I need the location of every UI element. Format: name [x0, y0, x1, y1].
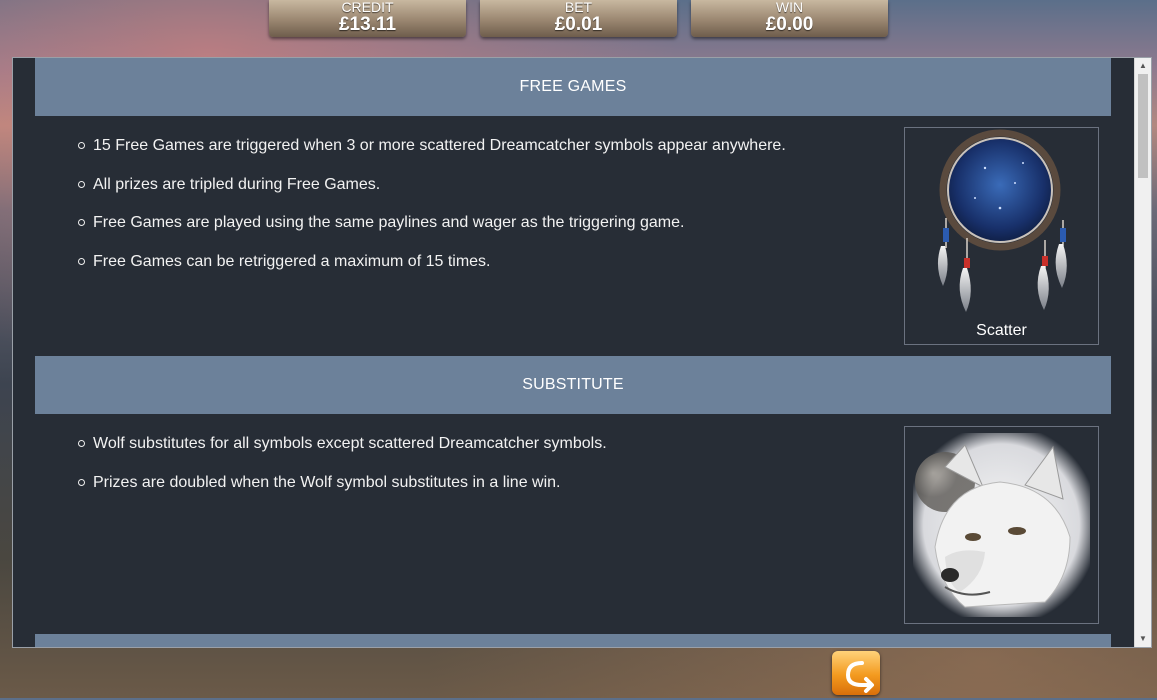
free-games-title: FREE GAMES [519, 78, 627, 95]
return-arrow-icon [845, 661, 874, 693]
bullet-icon [78, 219, 85, 226]
bet-meter: BET £0.01 [480, 0, 677, 37]
free-games-header: FREE GAMES [35, 58, 1111, 116]
win-value: £0.00 [765, 14, 814, 35]
substitute-title: SUBSTITUTE [522, 376, 624, 393]
substitute-rules: Wolf substitutes for all symbols except … [78, 434, 873, 511]
bullet-icon [78, 142, 85, 149]
bullet-icon [78, 478, 85, 486]
bet-label: BET [564, 0, 593, 15]
rule-item: Prizes are doubled when the Wolf symbol … [78, 473, 873, 492]
wild-symbol-box [904, 426, 1099, 624]
scroll-up-icon[interactable]: ▲ [1135, 58, 1151, 74]
free-games-rules: 15 Free Games are triggered when 3 or mo… [78, 136, 873, 290]
next-section-header [35, 634, 1111, 647]
scroll-down-icon[interactable]: ▼ [1135, 631, 1151, 647]
rule-item: Wolf substitutes for all symbols except … [78, 434, 873, 453]
bullet-icon [78, 440, 85, 447]
win-meter: WIN £0.00 [691, 0, 888, 37]
rule-item: All prizes are tripled during Free Games… [78, 175, 873, 194]
rule-item: Free Games are played using the same pay… [78, 213, 873, 232]
substitute-header: SUBSTITUTE [35, 356, 1111, 414]
help-content: FREE GAMES 15 Free Games are triggered w… [35, 58, 1111, 647]
credit-value: £13.11 [338, 14, 397, 35]
scrollbar[interactable]: ▲ ▼ [1134, 58, 1151, 647]
rule-item: Free Games can be retriggered a maximum … [78, 252, 873, 271]
back-button[interactable] [832, 651, 880, 695]
wolf-icon [913, 433, 1090, 617]
bet-value: £0.01 [554, 14, 603, 35]
scatter-symbol-box: Scatter [904, 127, 1099, 345]
help-panel[interactable]: FREE GAMES 15 Free Games are triggered w… [12, 57, 1152, 648]
scatter-caption: Scatter [976, 322, 1027, 339]
dreamcatcher-icon [937, 129, 1067, 312]
credit-label: CREDIT [341, 0, 394, 15]
credit-meter: CREDIT £13.11 [269, 0, 466, 37]
scroll-thumb[interactable] [1138, 74, 1148, 178]
free-games-section: 15 Free Games are triggered when 3 or mo… [35, 116, 1111, 356]
rule-item: 15 Free Games are triggered when 3 or mo… [78, 136, 873, 155]
win-label: WIN [775, 0, 804, 15]
substitute-section: Wolf substitutes for all symbols except … [35, 414, 1111, 634]
bullet-icon [78, 180, 85, 188]
bullet-icon [78, 257, 85, 265]
